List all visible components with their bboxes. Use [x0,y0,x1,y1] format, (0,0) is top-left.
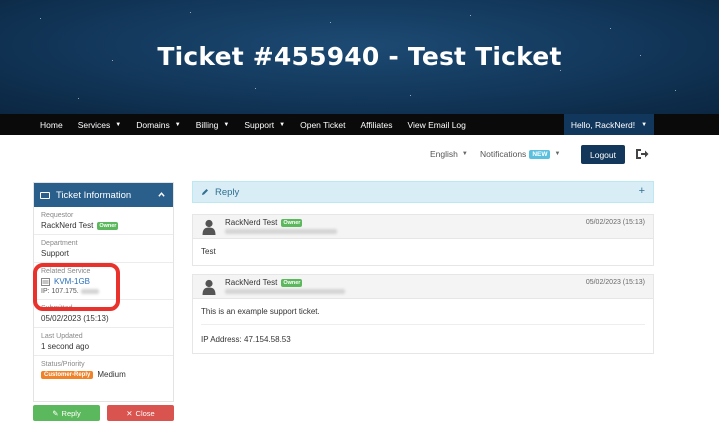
caret-down-icon: ▼ [461,151,468,157]
caret-down-icon: ▼ [174,121,181,128]
redacted-email [225,229,337,234]
caret-down-icon: ▼ [554,151,561,157]
submitted-value: 05/02/2023 (15:13) [41,314,109,323]
owner-badge: Owner [281,218,303,227]
owner-badge: Owner [281,278,303,287]
last-updated-value: 1 second ago [41,342,90,351]
nav-label: Support [244,119,275,130]
caret-down-icon: ▼ [223,121,230,128]
nav-affiliates[interactable]: Affiliates [360,120,392,130]
message-body: This is an example support ticket. [201,307,320,316]
nav-view-email-log[interactable]: View Email Log [407,120,465,130]
hero-banner: Ticket #455940 - Test Ticket [0,0,719,114]
requestor-label: Requestor [41,212,74,219]
message-date: 05/02/2023 (15:13) [585,279,645,286]
requestor-block: Requestor RackNerd Test Owner [34,207,173,235]
notifications-label: Notifications [480,149,527,159]
caret-down-icon: ▼ [641,121,648,128]
nav-label: Billing [195,119,219,130]
nav-label: Home [40,119,63,130]
language-selector[interactable]: English ▼ [430,149,468,159]
close-button-label: Close [135,408,155,418]
reply-icon: ✎ [52,408,59,418]
logout-label: Logout [590,149,616,160]
owner-badge: Owner [97,221,119,230]
nav-home[interactable]: Home [40,120,63,130]
nav-open-ticket[interactable]: Open Ticket [300,120,345,130]
language-label: English [430,149,458,159]
ticket-message: RackNerd Test Owner 05/02/2023 (15:13) T… [192,214,654,266]
ticket-icon [40,191,50,199]
department-label: Department [41,240,78,247]
reply-button[interactable]: ✎ Reply [33,405,100,421]
user-avatar-icon [202,219,216,235]
close-icon: ✕ [126,408,133,418]
reply-panel-toggle[interactable]: Reply + [192,181,654,203]
department-value: Support [41,249,70,258]
nav-support[interactable]: Support ▼ [244,120,285,130]
status-badge: Customer-Reply [41,370,94,379]
nav-domains[interactable]: Domains ▼ [136,120,181,130]
message-ip-address: IP Address: 47.154.58.53 [201,324,645,352]
reply-button-label: Reply [61,408,81,418]
priority-value: Medium [97,370,126,379]
panel-title: Ticket Information [56,189,132,201]
utility-bar: English ▼ Notifications NEW ▼ Logout [0,145,719,165]
reply-panel-label: Reply [215,186,240,198]
new-badge: NEW [529,149,551,159]
message-author: RackNerd Test [225,218,278,227]
caret-down-icon: ▼ [115,121,122,128]
message-header: RackNerd Test Owner 05/02/2023 (15:13) [193,275,653,299]
account-menu[interactable]: Hello, RackNerd! ▼ [564,114,654,135]
message-body: Test [201,247,216,256]
requestor-name: RackNerd Test [41,221,94,230]
logout-button[interactable]: Logout [581,145,625,164]
notifications-menu[interactable]: Notifications NEW ▼ [480,149,560,159]
last-updated-block: Last Updated 1 second ago [34,328,173,356]
sign-out-icon[interactable] [635,148,649,160]
status-priority-label: Status/Priority [41,361,85,368]
plus-icon[interactable]: + [639,185,645,197]
panel-header[interactable]: Ticket Information [34,183,173,207]
department-block: Department Support [34,235,173,263]
nav-services[interactable]: Services ▼ [78,120,122,130]
caret-down-icon: ▼ [279,121,286,128]
nav-label: Affiliates [360,119,393,130]
nav-label: Services [77,119,111,130]
chevron-up-icon[interactable] [158,191,165,198]
message-date: 05/02/2023 (15:13) [585,219,645,226]
highlight-annotation [33,263,120,311]
message-author: RackNerd Test [225,278,278,287]
pencil-icon [202,189,208,195]
last-updated-label: Last Updated [41,333,83,340]
message-header: RackNerd Test Owner 05/02/2023 (15:13) [193,215,653,239]
close-ticket-button[interactable]: ✕ Close [107,405,174,421]
account-label: Hello, RackNerd! [570,119,636,130]
nav-label: Domains [136,119,170,130]
ticket-message: RackNerd Test Owner 05/02/2023 (15:13) T… [192,274,654,354]
page-title: Ticket #455940 - Test Ticket [157,42,562,71]
status-priority-block: Status/Priority Customer-Reply Medium [34,356,173,383]
redacted-email [225,289,345,294]
main-navigation: Home Services ▼ Domains ▼ Billing ▼ Support… [0,114,719,135]
user-avatar-icon [202,279,216,295]
nav-label: View Email Log [407,119,466,130]
nav-billing[interactable]: Billing ▼ [196,120,230,130]
nav-label: Open Ticket [300,119,346,130]
